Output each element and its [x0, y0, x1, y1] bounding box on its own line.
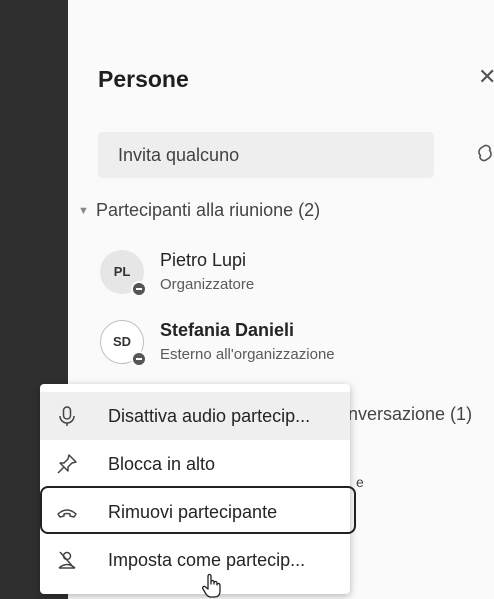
close-icon[interactable]: ✕ — [478, 64, 494, 90]
selection-highlight — [40, 486, 356, 534]
make-attendee-menu-item[interactable]: Imposta come partecip... — [40, 536, 350, 584]
conversation-section-label: nversazione (1) — [348, 404, 473, 424]
menu-item-label: Disattiva audio partecip... — [108, 406, 311, 426]
microphone-icon — [59, 406, 75, 426]
pin-menu-item[interactable]: Blocca in alto — [40, 440, 350, 488]
share-link-icon[interactable] — [476, 142, 494, 164]
participant-name: Stefania Danieli — [160, 320, 295, 340]
hand-cursor-icon — [202, 573, 221, 598]
participant-role: Esterno all'organizzazione — [160, 346, 335, 363]
participant-name: Pietro Lupi — [160, 250, 247, 270]
participant-role: Organizzatore — [160, 276, 255, 293]
invite-input[interactable]: Invita qualcuno — [98, 132, 434, 178]
attendee-icon — [58, 551, 76, 569]
chevron-down-icon: ▼ — [78, 205, 89, 218]
mute-participant-menu-item[interactable]: Disattiva audio partecip... — [40, 392, 350, 440]
menu-item-label: Blocca in alto — [108, 454, 216, 474]
meeting-participants-header[interactable]: ▼ Partecipanti alla riunione (2) — [78, 200, 320, 221]
presence-icon — [131, 281, 147, 297]
presence-icon — [131, 351, 147, 367]
section-label: Partecipanti alla riunione (2) — [96, 200, 321, 220]
obscured-text: e — [356, 474, 364, 490]
pin-icon — [57, 454, 77, 474]
panel-title: Persone — [98, 66, 189, 92]
